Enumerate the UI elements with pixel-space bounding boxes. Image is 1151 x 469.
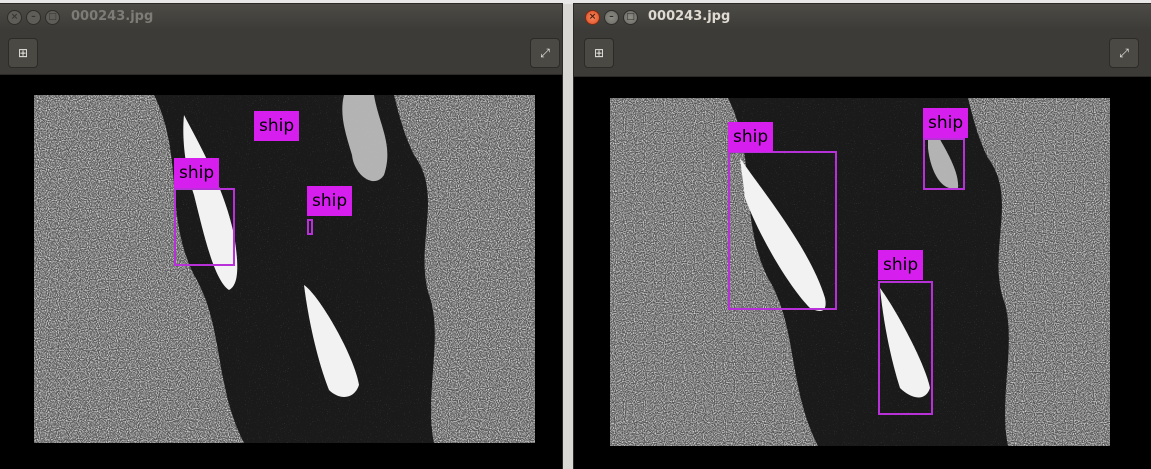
image-viewer-window-left: × – □ 000243.jpg ⊞ ⤢ ship ship ship [0, 4, 562, 469]
detection-box [878, 281, 933, 415]
toolbar: ⊞ ⤢ [0, 30, 562, 75]
close-icon[interactable]: × [585, 10, 600, 25]
detection-label: ship [923, 108, 969, 138]
minimize-icon[interactable]: – [26, 10, 41, 25]
fullscreen-icon[interactable]: ⤢ [530, 38, 560, 68]
detection-label: ship [878, 250, 924, 280]
image-viewport: ship ship ship [574, 77, 1151, 469]
window-title: 000243.jpg [648, 9, 731, 24]
detection-box [174, 188, 235, 266]
detection-label: ship [307, 186, 353, 216]
detection-box [923, 138, 965, 190]
image-viewport: ship ship ship [0, 75, 562, 469]
window-title: 000243.jpg [71, 9, 154, 24]
fullscreen-icon[interactable]: ⤢ [1109, 38, 1139, 68]
detection-label: ship [728, 122, 774, 152]
detection-box [728, 151, 837, 310]
sar-image [34, 95, 535, 443]
minimize-icon[interactable]: – [604, 10, 619, 25]
title-bar[interactable]: × – □ 000243.jpg [0, 4, 562, 30]
title-bar[interactable]: × – □ 000243.jpg [574, 4, 1151, 30]
close-icon[interactable]: × [7, 10, 22, 25]
maximize-icon[interactable]: □ [623, 10, 638, 25]
detection-box [307, 219, 313, 235]
image-viewer-window-right: × – □ 000243.jpg ⊞ ⤢ ship ship ship [574, 4, 1151, 469]
detection-label: ship [254, 111, 300, 141]
sar-image [610, 98, 1110, 446]
zoom-fit-icon[interactable]: ⊞ [8, 38, 38, 68]
toolbar: ⊞ ⤢ [574, 30, 1151, 77]
detection-label: ship [174, 158, 220, 188]
zoom-fit-icon[interactable]: ⊞ [584, 38, 614, 68]
maximize-icon[interactable]: □ [45, 10, 60, 25]
